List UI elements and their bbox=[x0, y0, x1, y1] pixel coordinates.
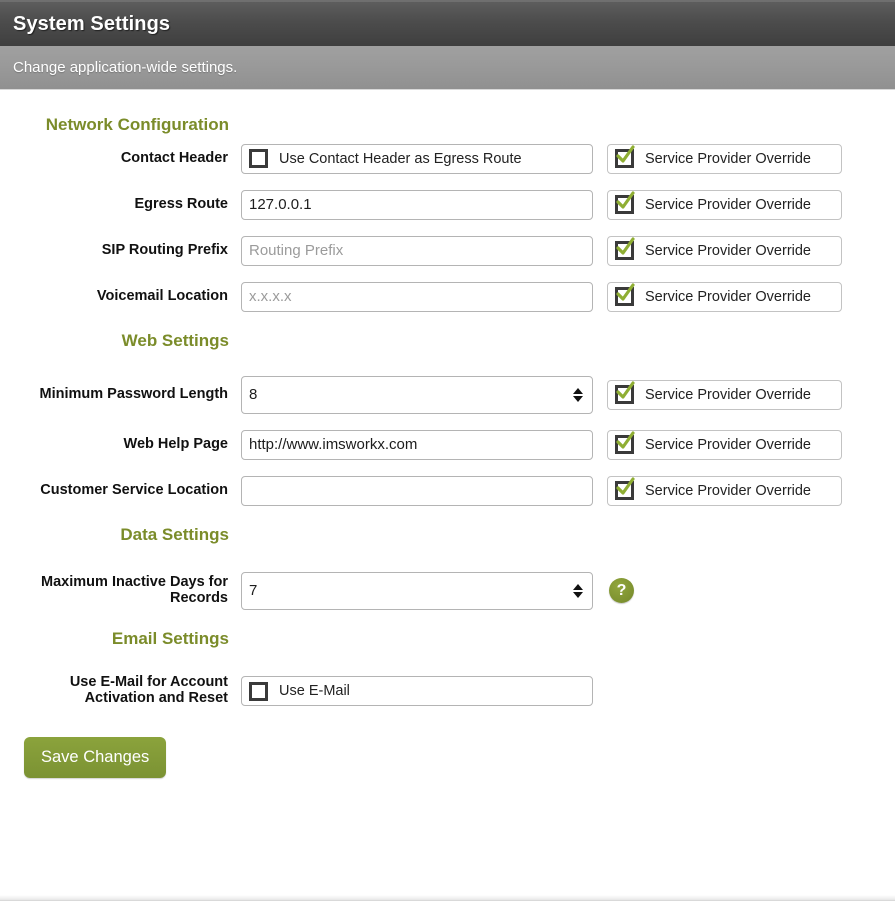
service-provider-override-checkbox[interactable]: Service Provider Override bbox=[607, 379, 842, 410]
field-label: Web Help Page bbox=[123, 435, 228, 452]
form-row: Customer Service Location Service Provide… bbox=[0, 475, 895, 506]
field-label: Minimum Password Length bbox=[39, 385, 228, 402]
service-provider-override-checkbox[interactable]: Service Provider Override bbox=[607, 429, 842, 460]
number-stepper[interactable]: 7 bbox=[241, 571, 593, 610]
override-label: Service Provider Override bbox=[645, 242, 811, 259]
form-row: Web Help Page Service Provider Override bbox=[0, 429, 895, 460]
section-heading: Email Settings bbox=[111, 628, 229, 648]
checkbox-check-icon bbox=[615, 145, 635, 169]
text-input[interactable] bbox=[241, 235, 593, 266]
form-row: Egress Route Service Provider Override bbox=[0, 189, 895, 220]
checkbox-check-icon bbox=[615, 477, 635, 501]
number-value: 8 bbox=[249, 386, 258, 404]
override-label: Service Provider Override bbox=[645, 196, 811, 213]
text-input[interactable] bbox=[241, 429, 593, 460]
form-row: Minimum Password Length 8 Service Provider… bbox=[0, 375, 895, 414]
help-icon[interactable]: ? bbox=[609, 578, 634, 604]
checkbox-check-icon bbox=[615, 381, 635, 405]
stepper-up-icon[interactable] bbox=[573, 583, 583, 590]
checkbox-check-icon bbox=[615, 237, 635, 261]
stepper-arrows[interactable] bbox=[573, 387, 583, 402]
field-container bbox=[241, 189, 593, 220]
section-heading: Network Configuration bbox=[45, 115, 229, 134]
section-heading: Web Settings bbox=[121, 330, 229, 350]
checkbox-box-icon[interactable] bbox=[249, 681, 268, 701]
stepper-arrows[interactable] bbox=[573, 583, 583, 598]
text-input[interactable] bbox=[241, 475, 593, 506]
field-container bbox=[241, 475, 593, 506]
checkbox-check-icon bbox=[615, 283, 635, 307]
window-title-bar: System Settings bbox=[0, 0, 895, 46]
field-label: Voicemail Location bbox=[96, 288, 228, 305]
field-label: Use E-Mail for Account Activation and Re… bbox=[69, 674, 228, 707]
service-provider-override-checkbox[interactable]: Service Provider Override bbox=[607, 143, 842, 174]
text-input[interactable] bbox=[241, 281, 593, 312]
page-subtitle: Change application-wide settings. bbox=[13, 59, 238, 76]
field-container: Use E-Mail bbox=[241, 676, 593, 707]
service-provider-override-checkbox[interactable]: Service Provider Override bbox=[607, 235, 842, 266]
field-container bbox=[241, 429, 593, 460]
field-container: 7 bbox=[241, 571, 593, 610]
form-row: SIP Routing Prefix Service Provider Overr… bbox=[0, 235, 895, 266]
field-container bbox=[241, 235, 593, 266]
field-label: Maximum Inactive Days for Records bbox=[41, 573, 228, 606]
checkbox-check-icon bbox=[615, 431, 635, 455]
field-label: SIP Routing Prefix bbox=[101, 242, 228, 259]
number-value: 7 bbox=[249, 582, 258, 600]
number-stepper[interactable]: 8 bbox=[241, 375, 593, 414]
field-label: Egress Route bbox=[134, 196, 228, 213]
checkbox-field[interactable]: Use E-Mail bbox=[241, 676, 593, 707]
save-changes-button[interactable]: Save Changes bbox=[24, 736, 167, 778]
stepper-up-icon[interactable] bbox=[573, 387, 583, 394]
field-label: Customer Service Location bbox=[40, 481, 228, 498]
field-label: Contact Header bbox=[120, 150, 228, 167]
form-row: Use E-Mail for Account Activation and Re… bbox=[0, 674, 895, 707]
override-label: Service Provider Override bbox=[645, 288, 811, 305]
field-container: 8 bbox=[241, 375, 593, 414]
settings-form: Network Configuration Contact Header Use C… bbox=[0, 90, 895, 778]
checkbox-label: Use Contact Header as Egress Route bbox=[279, 150, 522, 167]
checkbox-label: Use E-Mail bbox=[279, 683, 350, 700]
page-title: System Settings bbox=[13, 12, 171, 35]
field-container bbox=[241, 281, 593, 312]
override-label: Service Provider Override bbox=[645, 436, 811, 453]
checkbox-check-icon bbox=[615, 191, 635, 215]
override-label: Service Provider Override bbox=[645, 482, 811, 499]
stepper-down-icon[interactable] bbox=[573, 395, 583, 402]
checkbox-box-icon[interactable] bbox=[249, 149, 268, 169]
override-label: Service Provider Override bbox=[645, 150, 811, 167]
section-heading: Data Settings bbox=[120, 524, 229, 544]
page-bottom-divider bbox=[0, 895, 895, 901]
form-row: Maximum Inactive Days for Records 7? bbox=[0, 571, 895, 610]
text-input[interactable] bbox=[241, 189, 593, 220]
override-label: Service Provider Override bbox=[645, 386, 811, 403]
stepper-down-icon[interactable] bbox=[573, 591, 583, 598]
service-provider-override-checkbox[interactable]: Service Provider Override bbox=[607, 281, 842, 312]
service-provider-override-checkbox[interactable]: Service Provider Override bbox=[607, 189, 842, 220]
form-row: Voicemail Location Service Provider Overr… bbox=[0, 281, 895, 312]
form-row: Contact Header Use Contact Header as Egre… bbox=[0, 143, 895, 174]
field-container: Use Contact Header as Egress Route bbox=[241, 143, 593, 174]
checkbox-field[interactable]: Use Contact Header as Egress Route bbox=[241, 143, 593, 174]
page-subtitle-bar: Change application-wide settings. bbox=[0, 46, 895, 90]
service-provider-override-checkbox[interactable]: Service Provider Override bbox=[607, 475, 842, 506]
